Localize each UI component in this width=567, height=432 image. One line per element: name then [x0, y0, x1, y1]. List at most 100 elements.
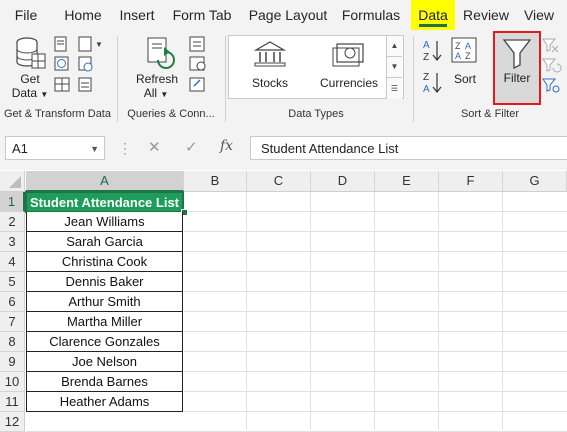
cell-a2[interactable]: Jean Williams	[26, 212, 183, 232]
cell-a4[interactable]: Christina Cook	[26, 252, 183, 272]
column-header-g[interactable]: G	[503, 171, 567, 192]
sort-dialog-icon: Z A A Z	[451, 37, 477, 63]
gridline	[184, 411, 567, 412]
svg-text:Z: Z	[423, 52, 429, 63]
tab-formulas[interactable]: Formulas	[338, 0, 404, 30]
row-header-9[interactable]: 9	[0, 352, 25, 372]
more-options-icon[interactable]: ⋮	[118, 140, 132, 157]
get-data-label-2: Data ▼	[10, 86, 50, 102]
gridline	[184, 271, 567, 272]
clear-reapply-advanced-icons	[542, 38, 562, 93]
ribbon-tab-bar: File Home Insert Form Tab Page Layout Fo…	[0, 0, 567, 30]
row-header-11[interactable]: 11	[0, 392, 25, 412]
sort-ascending-icon: A Z	[423, 40, 442, 63]
stocks-button[interactable]: Stocks	[239, 40, 301, 96]
formula-input[interactable]: Student Attendance List	[250, 136, 567, 160]
filter-extra-icons[interactable]	[540, 36, 562, 98]
tab-data[interactable]: Data	[411, 0, 455, 30]
row-header-6[interactable]: 6	[0, 292, 25, 312]
column-header-e[interactable]: E	[375, 171, 439, 192]
bank-icon	[253, 41, 287, 67]
cell-a3[interactable]: Sarah Garcia	[26, 232, 183, 252]
tab-view[interactable]: View	[519, 0, 559, 30]
cell-a9[interactable]: Joe Nelson	[26, 352, 183, 372]
active-tab-underline	[419, 24, 447, 27]
data-source-icons	[54, 36, 70, 92]
row-header-8[interactable]: 8	[0, 332, 25, 352]
name-box[interactable]: A1 ▼	[5, 136, 105, 160]
column-header-f[interactable]: F	[439, 171, 503, 192]
tab-file[interactable]: File	[8, 0, 44, 30]
group-label-queries: Queries & Conn...	[127, 108, 215, 120]
tab-insert[interactable]: Insert	[114, 0, 160, 30]
gallery-more-icon[interactable]: ☰	[386, 77, 402, 99]
column-header-d[interactable]: D	[311, 171, 375, 192]
tab-review[interactable]: Review	[462, 0, 510, 30]
filter-button[interactable]: Filter	[493, 31, 541, 105]
row-header-5[interactable]: 5	[0, 272, 25, 292]
gridline	[184, 311, 567, 312]
group-label-get-transform: Get & Transform Data	[4, 108, 111, 120]
row-header-7[interactable]: 7	[0, 312, 25, 332]
queries-icons[interactable]	[188, 36, 210, 96]
currencies-button[interactable]: Currencies	[315, 40, 383, 96]
data-types-gallery: Stocks Currencies ▲ ▼ ☰	[228, 35, 404, 99]
funnel-icon	[502, 39, 532, 70]
column-header-a[interactable]: A	[26, 171, 184, 192]
svg-text:▼: ▼	[95, 40, 103, 49]
refresh-icon	[147, 37, 175, 69]
existing-connections-icon: ▼	[78, 36, 103, 92]
cell-a11[interactable]: Heather Adams	[26, 392, 183, 412]
queries-connections-icon	[189, 36, 206, 92]
row-header-4[interactable]: 4	[0, 252, 25, 272]
insert-function-icon[interactable]: fx	[220, 138, 233, 154]
group-label-data-types: Data Types	[288, 108, 344, 120]
gridline	[184, 351, 567, 352]
column-header-c[interactable]: C	[247, 171, 311, 192]
sort-label: Sort	[453, 72, 476, 86]
cell-a5[interactable]: Dennis Baker	[26, 272, 183, 292]
svg-text:A: A	[423, 40, 430, 51]
gallery-scroll-down-icon[interactable]: ▼	[386, 56, 402, 77]
sort-a-to-z-button[interactable]: A Z	[421, 38, 443, 69]
recent-sources-icons[interactable]: ▼	[77, 36, 107, 96]
cell-a10[interactable]: Brenda Barnes	[26, 372, 183, 392]
cell-a8[interactable]: Clarence Gonzales	[26, 332, 183, 352]
enter-icon[interactable]: ✓	[185, 138, 198, 156]
cell-a7[interactable]: Martha Miller	[26, 312, 183, 332]
svg-text:Z: Z	[455, 41, 461, 51]
from-text-csv-icons[interactable]	[53, 36, 73, 96]
tab-form-tab[interactable]: Form Tab	[168, 0, 236, 30]
chevron-down-icon: ▼	[40, 90, 49, 99]
tab-page-layout[interactable]: Page Layout	[246, 0, 330, 30]
gridline	[184, 211, 567, 212]
row-header-10[interactable]: 10	[0, 372, 25, 392]
formula-bar: A1 ▼ ⋮ ✕ ✓ fx Student Attendance List	[0, 128, 567, 170]
gridline	[184, 251, 567, 252]
get-data-label-1: Get	[20, 72, 40, 86]
group-label-sort-filter: Sort & Filter	[460, 108, 520, 120]
get-data-button[interactable]	[14, 36, 48, 77]
currency-icon	[332, 43, 364, 67]
database-icon	[16, 37, 46, 69]
row-header-2[interactable]: 2	[0, 212, 25, 232]
gallery-scroll-up-icon[interactable]: ▲	[386, 36, 402, 56]
tab-home[interactable]: Home	[58, 0, 108, 30]
chevron-down-icon[interactable]: ▼	[90, 137, 99, 161]
cancel-icon[interactable]: ✕	[148, 138, 161, 156]
sort-button[interactable]: Z A A Z Sort	[449, 36, 483, 96]
refresh-label-text: All	[143, 86, 158, 100]
row-header-1[interactable]: 1	[0, 192, 25, 212]
group-separator	[117, 36, 118, 122]
group-separator	[225, 36, 226, 122]
gridline	[184, 331, 567, 332]
sort-z-to-a-button[interactable]: Z A	[421, 70, 443, 101]
select-all-corner[interactable]	[0, 171, 25, 192]
column-header-b[interactable]: B	[184, 171, 247, 192]
group-separator	[413, 36, 414, 122]
cell-a1[interactable]: Student Attendance List	[25, 191, 184, 213]
row-header-3[interactable]: 3	[0, 232, 25, 252]
row-header-12[interactable]: 12	[0, 412, 25, 432]
refresh-all-button[interactable]	[144, 36, 178, 77]
cell-a6[interactable]: Arthur Smith	[26, 292, 183, 312]
